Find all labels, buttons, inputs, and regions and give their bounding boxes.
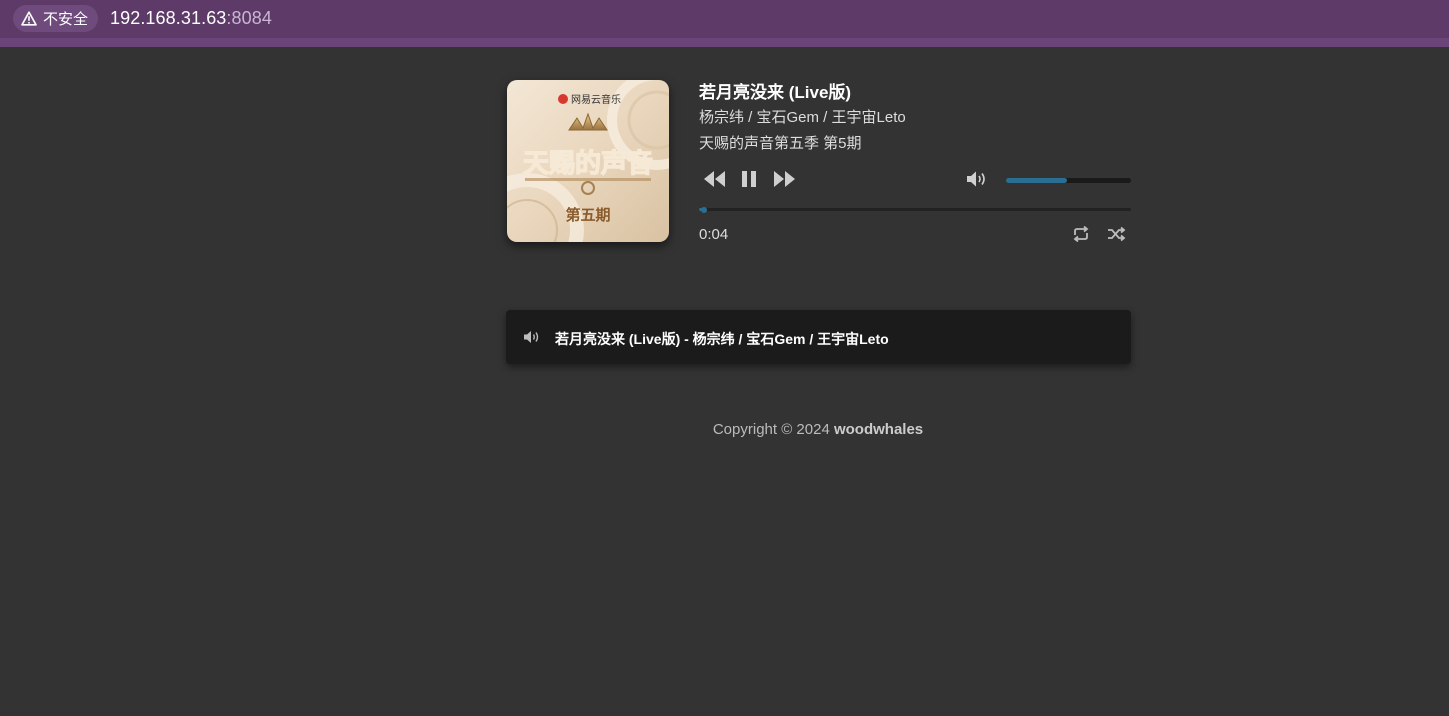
warning-icon: [21, 11, 37, 26]
volume-button[interactable]: [966, 170, 990, 193]
repeat-icon: [1073, 225, 1089, 243]
copyright-text: Copyright © 2024: [712, 421, 830, 438]
song-title: 若月亮没来 (Live版): [699, 83, 852, 102]
repeat-button[interactable]: [1072, 225, 1090, 247]
security-label: 不安全: [43, 11, 89, 28]
progress-handle[interactable]: [701, 206, 707, 213]
volume-icon: [967, 171, 985, 187]
url-field[interactable]: 192.168.31.63:8084: [110, 8, 272, 29]
cover-episode-text: 第五期: [565, 206, 610, 224]
now-playing-icon: [523, 330, 541, 349]
list-item-label: 若月亮没来 (Live版) - 杨宗纬 / 宝石Gem / 王宇宙Leto: [555, 331, 889, 347]
browser-address-bar: 不安全 192.168.31.63:8084: [0, 0, 1449, 47]
song-album: 天赐的声音第五季 第5期: [699, 135, 862, 152]
progress-bar[interactable]: [699, 206, 1131, 213]
previous-button[interactable]: [703, 169, 726, 194]
shuffle-icon: [1108, 226, 1126, 242]
current-time: 0:04: [699, 226, 729, 243]
cover-logo-text: 网易云音乐: [571, 93, 621, 106]
cover-show-title: 天赐的声音: [523, 148, 653, 179]
volume-slider[interactable]: [1006, 178, 1131, 183]
album-cover: 网易云音乐 天赐的声音 第五期: [507, 80, 669, 242]
pause-icon: [742, 171, 756, 187]
url-host: 192.168.31.63: [110, 8, 227, 28]
fast-forward-icon: [774, 171, 795, 187]
rewind-icon: [704, 171, 725, 187]
security-badge[interactable]: 不安全: [13, 5, 99, 32]
list-item[interactable]: 若月亮没来 (Live版) - 杨宗纬 / 宝石Gem / 王宇宙Leto: [506, 310, 1131, 364]
volume-level: [1006, 178, 1067, 183]
pause-button[interactable]: [741, 170, 757, 193]
song-artists: 杨宗纬 / 宝石Gem / 王宇宙Leto: [699, 109, 906, 126]
shuffle-button[interactable]: [1107, 226, 1126, 247]
url-port: :8084: [226, 8, 272, 28]
footer: Copyright © 2024 woodwhales: [0, 421, 1449, 438]
next-button[interactable]: [773, 169, 796, 194]
playlist: 若月亮没来 (Live版) - 杨宗纬 / 宝石Gem / 王宇宙Leto: [506, 310, 1131, 364]
author-name[interactable]: woodwhales: [834, 421, 923, 438]
